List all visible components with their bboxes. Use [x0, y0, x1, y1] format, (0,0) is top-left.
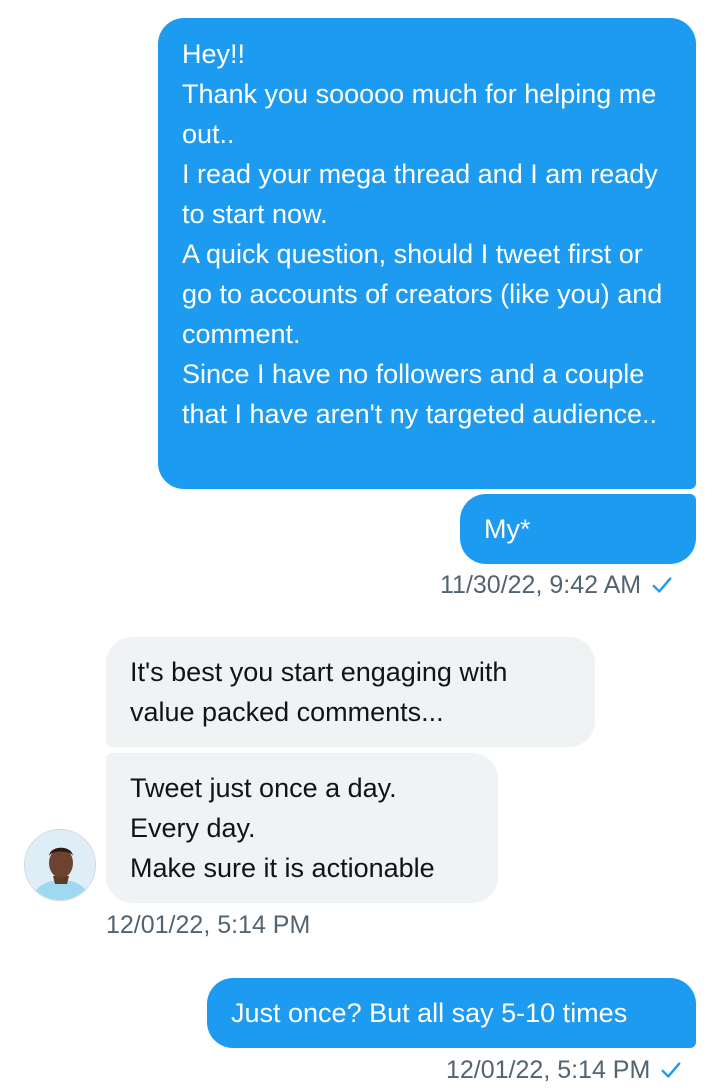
sent-message-bubble[interactable]: Hey!! Thank you sooooo much for helping …	[158, 18, 696, 489]
checkmark-icon	[661, 1062, 681, 1078]
timestamp-text: 11/30/22, 9:42 AM	[440, 571, 642, 599]
received-message-bubble[interactable]: Tweet just once a day. Every day. Make s…	[106, 753, 498, 903]
sent-message-bubble[interactable]: Just once? But all say 5-10 times	[207, 978, 696, 1048]
user-profile-picture	[25, 830, 95, 900]
sent-message-bubble[interactable]: My*	[460, 494, 696, 564]
timestamp-text: 12/01/22, 5:14 PM	[446, 1056, 651, 1084]
message-timestamp: 12/01/22, 5:14 PM	[106, 910, 310, 940]
avatar[interactable]	[24, 829, 96, 901]
checkmark-icon	[652, 577, 672, 593]
message-timestamp: 11/30/22, 9:42 AM	[440, 570, 673, 600]
received-message-bubble[interactable]: It's best you start engaging with value …	[106, 637, 595, 747]
message-timestamp: 12/01/22, 5:14 PM	[446, 1055, 682, 1085]
timestamp-text: 12/01/22, 5:14 PM	[106, 911, 311, 939]
